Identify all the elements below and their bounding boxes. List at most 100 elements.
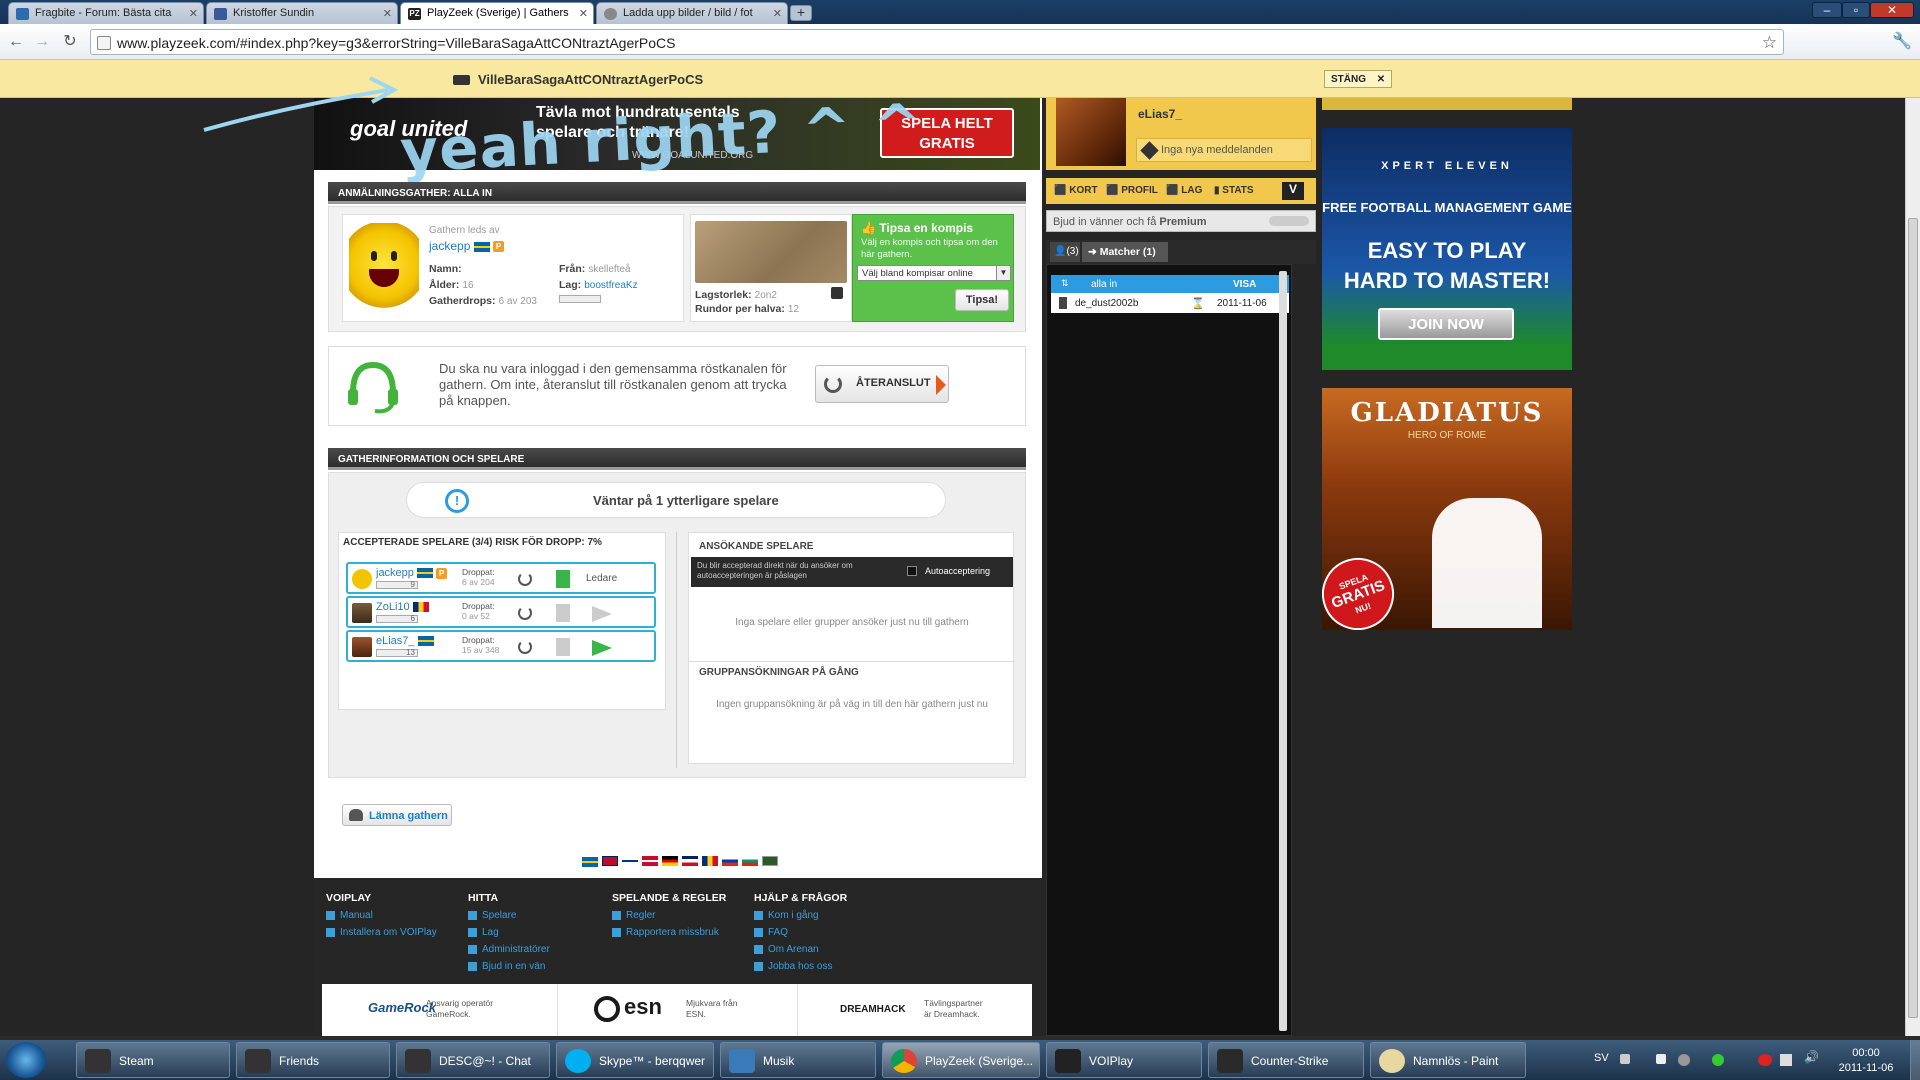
finland-flag-icon[interactable] xyxy=(622,856,638,866)
footer-link[interactable]: Regler xyxy=(612,910,726,921)
nav-profil[interactable]: ⬛ PROFIL xyxy=(1106,185,1158,196)
taskbar-steam[interactable]: Steam xyxy=(76,1042,230,1078)
tab-facebook[interactable]: Kristoffer Sundin ✕ xyxy=(206,2,398,24)
tab-matches[interactable]: ➜ Matcher (1) xyxy=(1082,242,1168,262)
scrollbar-thumb[interactable] xyxy=(1908,218,1918,1018)
partner-dreamhack[interactable]: DREAMHACK Tävlingspartner är Dreamhack. xyxy=(798,984,1032,1036)
footer-link[interactable]: Lag xyxy=(468,927,550,938)
tab-playzeek[interactable]: PZ PlayZeek (Sverige) | Gathers ✕ xyxy=(400,2,594,24)
taskbar-chat[interactable]: DESC@~! - Chat xyxy=(396,1042,550,1078)
nav-lag[interactable]: ⬛ LAG xyxy=(1166,185,1202,196)
close-tab-icon[interactable]: ✕ xyxy=(579,7,588,20)
infobar-close-button[interactable]: STÄNG ✕ xyxy=(1324,70,1393,88)
close-window-button[interactable]: ✕ xyxy=(1870,2,1914,18)
globe-flag-icon[interactable] xyxy=(762,856,778,866)
partner-gamerock[interactable]: GameRock Ansvarig operatör GameRock. xyxy=(322,984,558,1036)
team-link[interactable]: boostfreaKz xyxy=(584,280,637,291)
footer-link[interactable]: Spelare xyxy=(468,910,550,921)
promote-flag-icon[interactable] xyxy=(592,606,612,622)
tray-icon[interactable] xyxy=(1656,1054,1666,1064)
tip-button[interactable]: Tipsa! xyxy=(955,289,1009,311)
play-free-badge[interactable]: SPELA GRATIS NU! xyxy=(1322,547,1405,630)
russia-flag-icon[interactable] xyxy=(722,856,738,866)
footer-link[interactable]: Om Arenan xyxy=(754,944,847,955)
tab-fragbite[interactable]: Fragbite - Forum: Bästa cita ✕ xyxy=(8,2,204,24)
footer-link[interactable]: Kom i gång xyxy=(754,910,847,921)
taskbar-friends[interactable]: Friends xyxy=(236,1042,390,1078)
new-tab-button[interactable]: + xyxy=(790,5,812,21)
clock[interactable]: 00:00 2011-11-06 xyxy=(1826,1046,1906,1076)
join-now-button[interactable]: JOIN NOW xyxy=(1378,308,1514,340)
partner-esn[interactable]: esn Mjukvara från ESN. xyxy=(558,984,798,1036)
taskbar-paint[interactable]: Namnlös - Paint xyxy=(1370,1042,1526,1078)
tab-friends[interactable]: 👤(3) xyxy=(1050,242,1080,262)
xpert-eleven-ad[interactable]: XPERT ELEVEN FREE FOOTBALL MANAGEMENT GA… xyxy=(1322,128,1572,370)
tray-icon[interactable] xyxy=(1620,1054,1630,1064)
bookmark-star-icon[interactable]: ☆ xyxy=(1762,33,1777,53)
footer-link[interactable]: Jobba hos oss xyxy=(754,961,847,972)
forward-arrow-icon[interactable]: → xyxy=(32,32,52,52)
minimize-button[interactable]: – xyxy=(1812,2,1842,18)
list-scrollbar[interactable] xyxy=(1279,271,1287,1031)
start-button[interactable] xyxy=(6,1042,46,1078)
taskbar-voiplay[interactable]: VOIPlay xyxy=(1046,1042,1202,1078)
nav-kort[interactable]: ⬛ KORT xyxy=(1054,185,1098,196)
player-name[interactable]: eLias7_ xyxy=(376,635,434,647)
sweden-flag-icon[interactable] xyxy=(582,857,598,868)
invite-premium-bar[interactable]: Bjud in vänner och få Premium xyxy=(1046,210,1316,232)
voiplay-icon[interactable]: V xyxy=(1282,182,1304,200)
uk-flag-icon[interactable] xyxy=(682,856,698,866)
footer-link[interactable]: Rapportera missbruk xyxy=(612,927,726,938)
promote-flag-icon[interactable] xyxy=(592,640,612,656)
reconnect-button[interactable]: ÅTERANSLUT xyxy=(815,365,949,403)
footer-link[interactable]: Manual xyxy=(326,910,437,921)
player-name[interactable]: jackepp P xyxy=(376,567,448,579)
steam-tray-icon[interactable] xyxy=(1678,1054,1690,1066)
maximize-button[interactable]: ▫ xyxy=(1842,2,1870,18)
tab-upload[interactable]: Ladda upp bilder / bild / fot ✕ xyxy=(596,2,788,24)
taskbar-chrome[interactable]: PlayZeek (Sverige... xyxy=(882,1042,1040,1078)
page-scrollbar[interactable] xyxy=(1905,98,1920,1036)
speaker-icon[interactable]: 🔊 xyxy=(1804,1050,1819,1064)
auto-accept-checkbox[interactable] xyxy=(907,566,917,576)
leave-gather-button[interactable]: Lämna gathern xyxy=(342,804,452,826)
player-row[interactable]: jackepp P 9 Droppat: 6 av 204 Ledare xyxy=(346,562,656,594)
network-icon[interactable] xyxy=(1780,1054,1792,1066)
close-tab-icon[interactable]: ✕ xyxy=(189,7,198,20)
taskbar-music[interactable]: Musik xyxy=(720,1042,876,1078)
romania-flag-icon[interactable] xyxy=(702,856,718,866)
address-bar[interactable]: www.playzeek.com/#index.php?key=g3&error… xyxy=(90,29,1784,55)
player-name[interactable]: ZoLi10 xyxy=(376,601,429,613)
footer-link[interactable]: Bjud in en vän xyxy=(468,961,550,972)
close-tab-icon[interactable]: ✕ xyxy=(773,7,782,20)
back-arrow-icon[interactable]: ← xyxy=(6,32,26,52)
match-row[interactable]: de_dust2002b ⌛ 2011-11-06 xyxy=(1051,293,1289,313)
gladiatus-ad[interactable]: GLADIATUS HERO OF ROME SPELA GRATIS NU! xyxy=(1322,388,1572,630)
messages-button[interactable]: Inga nya meddelanden xyxy=(1136,138,1312,162)
show-desktop-button[interactable] xyxy=(1910,1040,1920,1080)
tray-icon[interactable] xyxy=(1712,1054,1724,1066)
wrench-menu-icon[interactable]: 🔧 xyxy=(1892,32,1912,52)
leader-link[interactable]: jackepp xyxy=(429,239,470,253)
footer-link[interactable]: FAQ xyxy=(754,927,847,938)
close-tab-icon[interactable]: ✕ xyxy=(383,7,392,20)
expand-map-icon[interactable] xyxy=(831,287,843,299)
reload-icon[interactable]: ↻ xyxy=(60,32,80,52)
norway-flag-icon[interactable] xyxy=(602,856,618,866)
footer-link[interactable]: Administratörer xyxy=(468,944,550,955)
denmark-flag-icon[interactable] xyxy=(642,856,658,866)
taskbar-skype[interactable]: Skype™ - berqqwer xyxy=(556,1042,714,1078)
profile-username[interactable]: eLias7_ xyxy=(1138,107,1182,121)
col-show[interactable]: VISA xyxy=(1233,279,1256,290)
player-row[interactable]: ZoLi10 6 Droppat: 0 av 52 xyxy=(346,596,656,628)
language-indicator[interactable]: SV xyxy=(1594,1052,1609,1064)
sort-icon[interactable]: ⇅ xyxy=(1061,278,1069,289)
bulgaria-flag-icon[interactable] xyxy=(742,856,758,866)
profile-avatar[interactable] xyxy=(1056,98,1126,166)
nav-stats[interactable]: ▮ STATS xyxy=(1214,185,1254,196)
footer-link[interactable]: Installera om VOIPlay xyxy=(326,927,437,938)
tray-icon[interactable] xyxy=(1758,1054,1772,1066)
germany-flag-icon[interactable] xyxy=(662,856,678,866)
player-row[interactable]: eLias7_ 13 Droppat: 15 av 348 xyxy=(346,630,656,662)
friend-select[interactable]: Välj bland kompisar online ▼ xyxy=(857,265,1011,281)
